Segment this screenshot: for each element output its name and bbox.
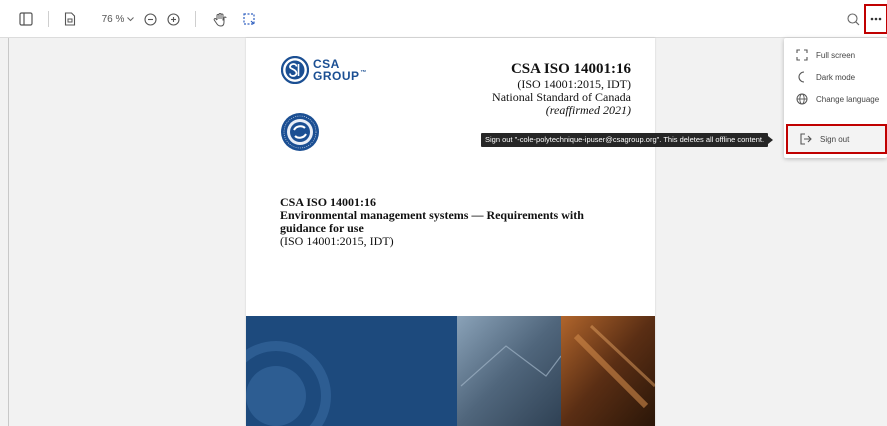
tooltip-text: Sign out "-cole-polytechnique-ipuser@csa… [485, 135, 765, 144]
document-title: CSA ISO 14001:16 Environmental managemen… [280, 196, 640, 248]
menu-item-sign-out[interactable]: Sign out [786, 124, 887, 154]
sign-out-tooltip: Sign out "-cole-polytechnique-ipuser@csa… [481, 133, 774, 147]
more-options-button[interactable] [864, 4, 887, 34]
csa-group-logo: CSA GROUP ™ [281, 56, 367, 84]
menu-item-change-language[interactable]: Change language [784, 88, 887, 110]
zoom-value: 76 % [101, 13, 125, 25]
menu-item-dark-mode[interactable]: Dark mode [784, 66, 887, 88]
moon-icon [794, 71, 810, 83]
chevron-down-icon [127, 16, 135, 22]
toolbar-divider [195, 11, 196, 27]
toolbar: 76 % [0, 0, 887, 38]
logo-text-line2: GROUP [313, 69, 360, 83]
national-standard-seal [280, 112, 320, 157]
zoom-out-icon[interactable] [142, 9, 158, 29]
menu-item-label: Full screen [816, 50, 856, 60]
toolbar-divider [48, 11, 49, 27]
menu-item-label: Dark mode [816, 72, 856, 82]
standard-code: CSA ISO 14001:16 [510, 61, 631, 77]
sign-out-icon [798, 133, 814, 145]
more-options-icon [870, 17, 882, 21]
menu-item-label: Change language [816, 94, 880, 104]
document-page: CSA GROUP ™ CSA ISO 14001:16 (ISO 14001:… [246, 38, 655, 426]
logo-tm: ™ [360, 70, 368, 76]
menu-item-full-screen[interactable]: Full screen [784, 44, 887, 66]
standard-reaffirmed: (reaffirmed 2021) [545, 103, 631, 117]
globe-icon [794, 93, 810, 105]
fullscreen-icon [794, 49, 810, 61]
sidebar-toggle-icon[interactable] [16, 9, 36, 29]
menu-item-label: Sign out [820, 134, 850, 144]
cover-image [246, 316, 655, 426]
sign-out-row[interactable]: Sign out [788, 128, 885, 150]
csa-logo-icon [281, 56, 309, 84]
search-icon[interactable] [844, 9, 862, 29]
hand-tool-icon[interactable] [210, 9, 230, 29]
selection-tool-icon[interactable] [240, 9, 258, 29]
zoom-in-icon[interactable] [165, 9, 181, 29]
standard-info: CSA ISO 14001:16 (ISO 14001:2015, IDT) N… [492, 61, 631, 117]
title-equiv: (ISO 14001:2015, IDT) [280, 234, 394, 248]
sidebar-edge [8, 38, 9, 426]
zoom-select[interactable]: 76 % [98, 9, 138, 29]
page-fit-icon[interactable] [60, 9, 80, 29]
